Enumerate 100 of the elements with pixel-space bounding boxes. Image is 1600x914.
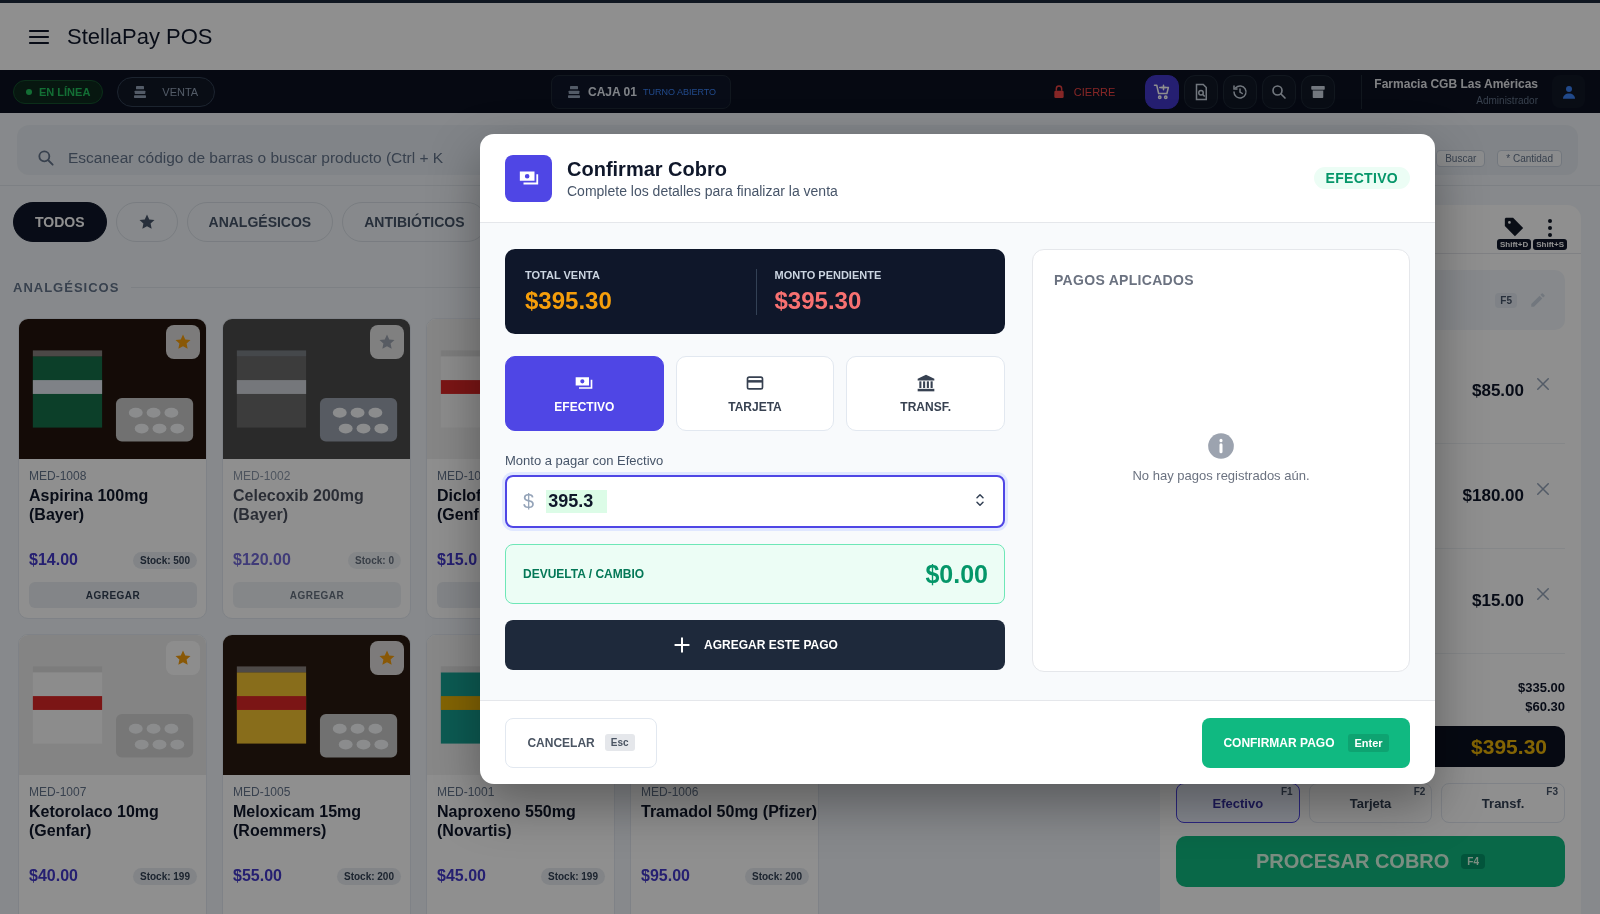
payment-method-button[interactable]: Efectivo F1 (1176, 783, 1300, 823)
category-chip[interactable]: TODOS (13, 202, 107, 242)
payment-method-button[interactable]: TARJETA (675, 356, 835, 431)
section-title: ANALGÉSICOS (13, 280, 120, 295)
panel-title: PAGOS APLICADOS (1054, 272, 1195, 288)
product-name: Aspirina 100mg (Bayer) (29, 486, 149, 524)
cash-register-icon (566, 83, 582, 100)
product-price: $14.00 (29, 551, 78, 569)
search-icon (1270, 82, 1289, 101)
process-payment-button[interactable]: PROCESAR COBRO F4 (1176, 836, 1565, 887)
close-icon (1534, 480, 1552, 498)
shortcut-hint: Buscar (1436, 150, 1486, 167)
currency-prefix: $ (523, 490, 535, 513)
summary-value: $335.00 (1518, 680, 1565, 695)
stock-badge: Stock: 199 (132, 867, 197, 885)
product-code: MED-1001 (437, 785, 495, 799)
summary-label: TOTAL VENTA (525, 268, 601, 281)
mode-button[interactable]: VENTA (117, 76, 216, 107)
empty-message: No hay pagos registrados aún. (1132, 468, 1310, 483)
stock-badge: Stock: 200 (336, 867, 401, 885)
add-payment-button[interactable]: AGREGAR ESTE PAGO (505, 620, 1005, 670)
payment-method-button[interactable]: Tarjeta F2 (1308, 783, 1433, 823)
product-name: Naproxeno 550mg (Novartis) (437, 802, 576, 840)
payment-method-button[interactable]: EFECTIVO (505, 356, 664, 431)
item-total: $15.00 (1472, 591, 1524, 611)
history-icon (1231, 82, 1250, 101)
remove-button[interactable] (1534, 480, 1552, 498)
cash-register-icon (132, 83, 149, 100)
cart-icon (1153, 82, 1172, 101)
category-chip[interactable] (115, 202, 178, 242)
product-name: Tramadol 50mg (Pfizer) (641, 802, 818, 821)
amount-field[interactable]: $ 395.3 (505, 475, 1005, 528)
stock-badge: Stock: 200 (744, 867, 809, 885)
product-name: Celecoxib 200mg (Bayer) (233, 486, 364, 524)
add-button[interactable]: AGREGAR (29, 582, 197, 608)
product-code: MED-10 (437, 469, 481, 483)
product-code: MED-1008 (29, 469, 87, 483)
stock-badge: Stock: 199 (540, 867, 605, 885)
favorite-button[interactable] (370, 641, 404, 675)
app-title: StellaPay POS (67, 23, 213, 50)
product-price: $95.00 (641, 867, 690, 885)
payment-method-button[interactable]: Transf. F3 (1441, 783, 1565, 823)
remove-button[interactable] (1534, 375, 1552, 393)
product-code: MED-1007 (29, 785, 87, 799)
summary-amount: $395.30 (525, 286, 613, 315)
product-name: Diclof (Genf (437, 486, 482, 524)
shortcut-hint: * Cantidad (1497, 150, 1562, 167)
stock-badge: Stock: 500 (132, 551, 197, 569)
product-price: $45.00 (437, 867, 486, 885)
cart-button[interactable] (1145, 74, 1180, 109)
shift-status: TURNO ABIERTO (642, 86, 717, 97)
category-chip[interactable]: ANALGÉSICOS (186, 202, 334, 242)
remove-button[interactable] (1534, 585, 1552, 603)
more-icon (1547, 218, 1554, 238)
dialog-title: Confirmar Cobro (567, 157, 728, 181)
change-amount: $0.00 (925, 559, 988, 589)
product-code: MED-1005 (233, 785, 291, 799)
status-label: EN LÍNEA (39, 85, 91, 98)
product-price: $55.00 (233, 867, 282, 885)
avatar[interactable] (1552, 75, 1585, 108)
payment-method-button[interactable]: TRANSF. (846, 356, 1005, 431)
preview-button[interactable] (1184, 74, 1219, 109)
product-price: $40.00 (29, 867, 78, 885)
amount-input[interactable]: 395.3 (546, 490, 607, 513)
product-price: $120.00 (233, 551, 291, 569)
credit-card-icon (745, 373, 765, 393)
product-name: Meloxicam 15mg (Roemmers) (233, 802, 362, 840)
discount-button[interactable]: Shift+D (1497, 216, 1532, 250)
summary-value: $60.30 (1525, 699, 1565, 714)
confirm-button[interactable]: CONFIRMAR PAGO Enter (1202, 717, 1410, 768)
field-label: Monto a pagar con Efectivo (505, 453, 665, 468)
method-badge: EFECTIVO (1313, 167, 1410, 189)
search-input[interactable]: Escanear código de barras o buscar producto (Ctrl + K (68, 149, 468, 167)
user-role: Administrador (1476, 95, 1538, 106)
history-button[interactable] (1223, 74, 1258, 109)
item-total: $180.00 (1462, 486, 1524, 506)
favorite-button[interactable] (166, 325, 200, 359)
register-name: CAJA 01 (588, 84, 637, 99)
close-icon (1534, 585, 1552, 603)
bank-icon (915, 373, 936, 393)
search-button[interactable] (1262, 74, 1297, 109)
change-label: DEVUELTA / CAMBIO (523, 567, 645, 581)
search-icon (36, 148, 56, 168)
product-price: $15.0 (437, 551, 478, 569)
shortcut-badge: F5 (1495, 292, 1517, 308)
product-name: Ketorolaco 10mg (Genfar) (29, 802, 159, 840)
archive-button[interactable] (1301, 74, 1336, 109)
tag-icon (1503, 216, 1526, 238)
dialog-subtitle: Complete los detalles para finalizar la venta (567, 182, 838, 199)
total-amount: $395.30 (1471, 734, 1547, 759)
product-code: MED-1002 (233, 469, 291, 483)
cancel-button[interactable]: CANCELAR Esc (505, 717, 657, 768)
close-icon (1534, 375, 1552, 393)
stock-badge: Stock: 0 (348, 551, 401, 569)
summary-amount: $395.30 (774, 286, 863, 315)
more-button[interactable]: Shift+S (1533, 218, 1567, 250)
favorite-button[interactable] (370, 325, 404, 359)
product-code: MED-1006 (641, 785, 699, 799)
info-icon (1207, 432, 1235, 460)
item-total: $85.00 (1472, 381, 1524, 401)
